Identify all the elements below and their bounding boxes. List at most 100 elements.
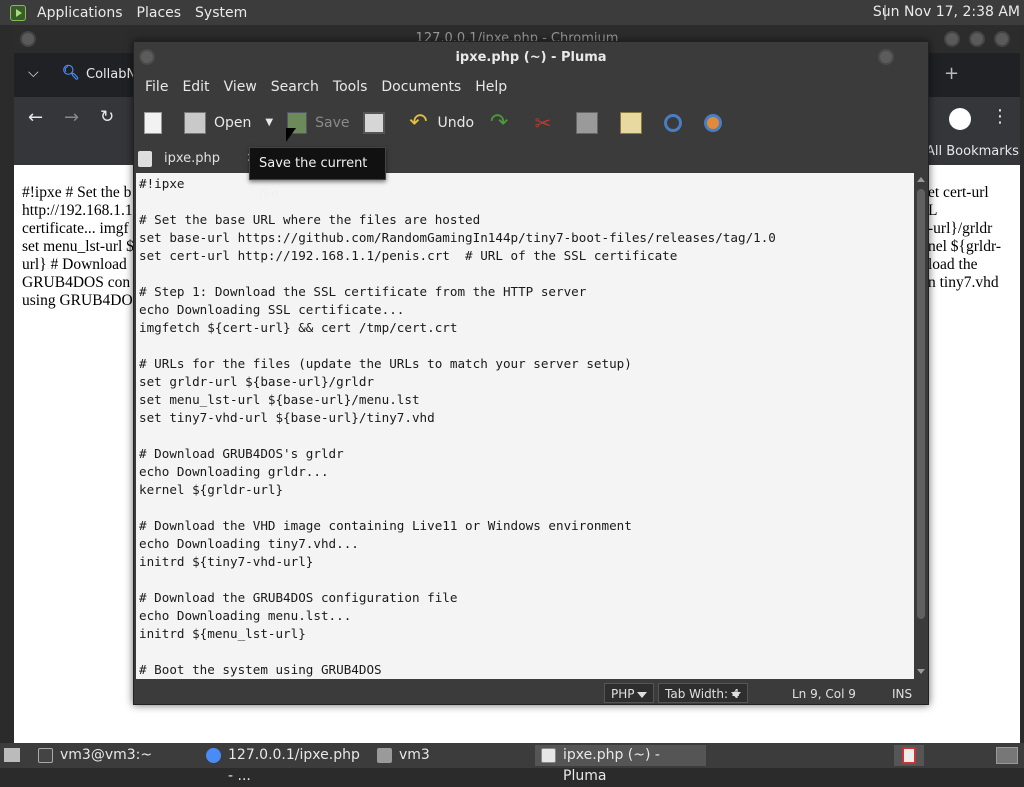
code-line: # Step 1: Download the SSL certificate f… [139,284,587,299]
chromium-close-button[interactable] [994,31,1010,47]
menu-system[interactable]: System [188,5,254,21]
save-button[interactable]: Save [287,111,350,134]
scroll-thumb[interactable] [917,189,925,619]
menu-places[interactable]: Places [130,5,189,21]
open-button[interactable]: Open ▼ [184,111,273,134]
menu-search[interactable]: Search [264,79,326,95]
task-terminal-label: vm3@vm3:~ [60,747,153,763]
menu-view[interactable]: View [217,79,264,95]
menu-help[interactable]: Help [468,79,514,95]
open-label: Open [214,114,252,131]
pluma-icon [541,748,556,763]
undo-icon: ↶ [409,109,428,135]
search-icon: 🔍︎ [62,65,80,81]
mouse-pointer-icon [286,128,296,142]
scroll-down-icon[interactable] [917,669,925,674]
new-tab-icon[interactable]: + [944,63,959,84]
pluma-titlebar[interactable]: ipxe.php (~) - Pluma [134,42,928,73]
task-file-manager-label: vm3 [399,747,430,763]
code-line: # Set the base URL where the files are h… [139,212,481,227]
clock[interactable]: Sun Nov 17, 2:38 AM [873,0,1020,25]
menu-applications[interactable]: Applications [30,5,130,21]
top-menu: Applications Places System [30,0,254,25]
pluma-button-a[interactable] [878,49,894,65]
document-tab[interactable]: ipxe.php ✕ [134,145,257,173]
cut-button[interactable]: ✂ [532,112,562,134]
undo-button[interactable]: ↶ Undo [407,109,474,135]
php-file-icon [138,151,152,167]
save-label: Save [315,114,350,131]
open-dropdown-icon[interactable]: ▼ [265,117,273,128]
back-icon[interactable]: ← [28,107,43,128]
paste-button[interactable] [620,111,650,134]
code-line: # Download the VHD image containing Live… [139,518,632,533]
replace-button[interactable] [704,113,730,132]
page-text-left: #!ipxe # Set the b http://192.168.1.1 ce… [22,184,134,309]
menu-tools[interactable]: Tools [326,79,375,95]
chromium-menu-icon[interactable]: ⋮ [991,106,1009,127]
insert-mode: INS [892,687,913,701]
profile-avatar-icon[interactable] [949,108,971,130]
code-line: set base-url https://github.com/RandomGa… [139,230,776,245]
forward-icon[interactable]: → [64,107,79,128]
trash-applet[interactable] [894,745,924,766]
chromium-minimize-button[interactable] [944,31,960,47]
reload-icon[interactable]: ↻ [100,107,114,127]
all-bookmarks[interactable]: All Bookmarks [926,144,1019,159]
new-button[interactable] [144,111,170,134]
pluma-menubar: File Edit View Search Tools Documents He… [134,73,928,100]
menu-documents[interactable]: Documents [374,79,468,95]
task-terminal[interactable]: vm3@vm3:~ [32,745,197,766]
code-line: set cert-url http://192.168.1.1/penis.cr… [139,248,678,263]
text-editor[interactable]: #!ipxe # Set the base URL where the file… [136,173,914,679]
menu-edit[interactable]: Edit [175,79,216,95]
task-chromium[interactable]: 127.0.0.1/ipxe.php - ... [200,745,368,784]
code-line: imgfetch ${cert-url} && cert /tmp/cert.c… [139,320,458,335]
print-icon [363,111,386,134]
replace-icon [704,113,723,132]
scroll-up-icon[interactable] [917,177,925,182]
menu-file[interactable]: File [138,79,175,95]
page-text-right: et cert-url L -url}/grldr nel ${grldr- l… [928,184,1001,291]
find-button[interactable] [664,113,690,132]
code-line: echo Downloading tiny7.vhd... [139,536,359,551]
open-folder-icon [184,111,206,134]
chromium-maximize-button[interactable] [969,31,985,47]
task-pluma[interactable]: ipxe.php (~) - Pluma [535,745,706,784]
workspace-switcher[interactable] [996,747,1018,764]
language-selector[interactable]: PHP [604,683,654,703]
top-panel: Applications Places System Sun Nov 17, 2… [0,0,1024,25]
redo-button[interactable]: ↷ [488,109,518,135]
show-desktop-icon[interactable] [4,748,20,762]
chromium-menu-button[interactable] [20,31,36,47]
find-icon [664,113,683,132]
save-tooltip: Save the current file [249,147,386,202]
code-line: echo Downloading grldr... [139,464,329,479]
chromium-tab-label[interactable]: CollabN [86,67,136,82]
pluma-window: ipxe.php (~) - Pluma File Edit View Sear… [133,41,929,705]
folder-icon [377,748,392,763]
code-line: kernel ${grldr-url} [139,482,284,497]
task-pluma-label: ipxe.php (~) - Pluma [563,747,660,784]
tab-search-chevron-icon[interactable]: ⌵ [28,65,39,81]
language-label: PHP [611,687,635,701]
redo-icon: ↷ [489,109,509,135]
language-dropdown-icon [637,692,647,698]
pluma-window-menu-button[interactable] [139,49,155,65]
editor-scrollbar[interactable] [914,173,928,679]
bottom-taskbar: vm3@vm3:~ 127.0.0.1/ipxe.php - ... vm3 i… [0,743,1024,784]
task-chromium-label: 127.0.0.1/ipxe.php - ... [228,747,360,784]
code-line: initrd ${tiny7-vhd-url} [139,554,314,569]
tab-width-selector[interactable]: Tab Width: 4 [658,683,748,703]
task-file-manager[interactable]: vm3 [371,745,531,766]
copy-button[interactable] [576,111,606,134]
applications-icon[interactable] [10,4,26,21]
pluma-title: ipxe.php (~) - Pluma [455,50,607,65]
code-line: # Download GRUB4DOS's grldr [139,446,344,461]
print-button[interactable] [363,111,393,134]
cursor-position: Ln 9, Col 9 [792,687,856,701]
